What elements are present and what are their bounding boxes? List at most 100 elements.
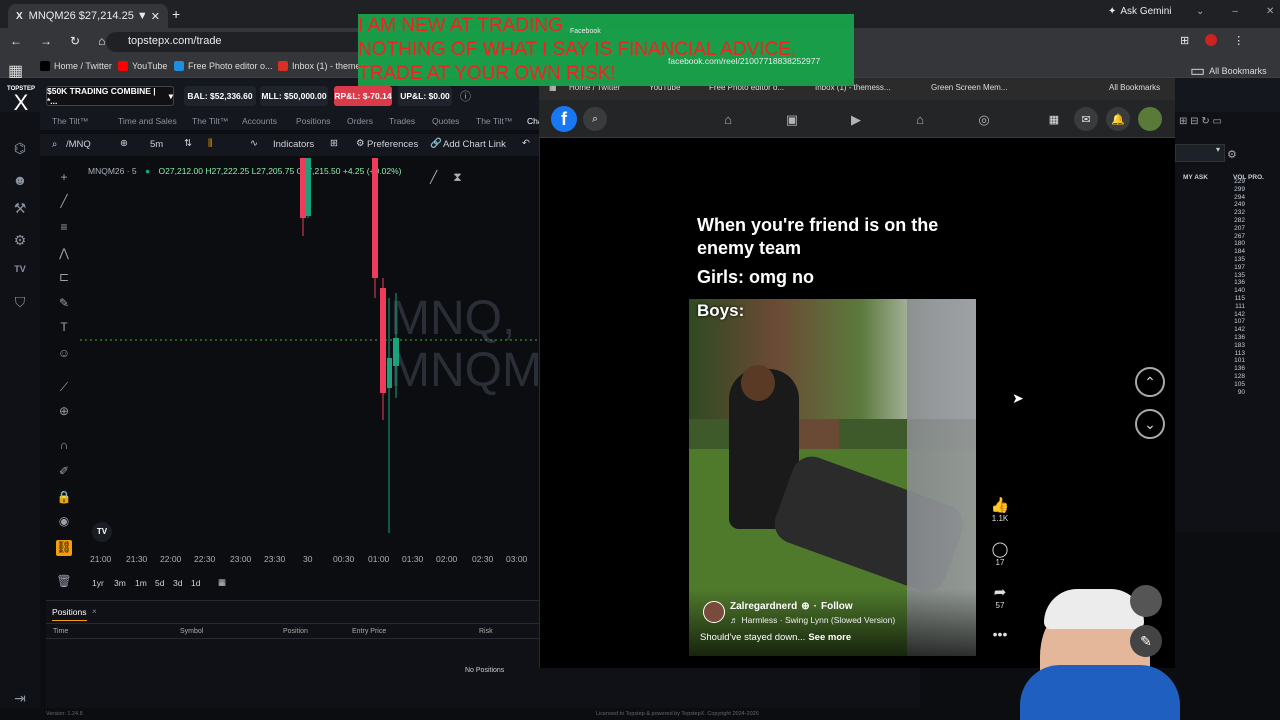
dom-cell[interactable]: 229 (1225, 178, 1245, 186)
notifications-icon[interactable]: 🔔 (1106, 107, 1130, 131)
edit-icon[interactable]: ✎ (1130, 625, 1162, 657)
tv-icon[interactable]: TV (10, 264, 30, 284)
close-tab-icon[interactable]: ✕ (151, 10, 160, 23)
dom-cell[interactable]: 294 (1225, 194, 1245, 202)
see-more-link[interactable]: See more (808, 632, 851, 643)
workspace-tab[interactable]: Orders (347, 116, 373, 126)
lock-icon[interactable]: 🔒 (56, 490, 72, 506)
range-button[interactable]: 1d (191, 578, 200, 588)
dom-cell[interactable]: 101 (1225, 357, 1245, 365)
gaming-icon[interactable]: ◎ (976, 112, 992, 128)
more-options-icon[interactable]: ••• (988, 626, 1012, 642)
dom-cell[interactable]: 249 (1225, 201, 1245, 209)
new-tab-icon[interactable]: + (172, 6, 180, 22)
dom-cell[interactable]: 136 (1225, 279, 1245, 287)
add-chart-link-button[interactable]: Add Chart Link (443, 139, 506, 150)
share-button[interactable]: ➦ 57 (988, 583, 1012, 610)
author-avatar[interactable] (703, 601, 725, 623)
dom-cell[interactable]: 90 (1225, 389, 1245, 397)
bookmark-item[interactable]: Home / Twitter (40, 61, 112, 71)
extensions-icon[interactable]: ⊞ (1180, 34, 1189, 47)
workspace-tab[interactable]: Accounts (242, 116, 277, 126)
ask-gemini-button[interactable]: ✦ Ask Gemini (1108, 6, 1172, 17)
dom-cell[interactable]: 128 (1225, 373, 1245, 381)
dom-cell[interactable]: 197 (1225, 264, 1245, 272)
price-chart[interactable]: MNQM26 · 5 ● O27,212.00 H27,222.25 L27,2… (80, 158, 542, 548)
search-icon[interactable]: ⌕ (583, 107, 607, 131)
facebook-url[interactable]: facebook.com/reel/21007718838252977 (668, 56, 820, 66)
tab-search-icon[interactable]: ⌄ (1196, 6, 1204, 17)
follow-button[interactable]: Follow (821, 601, 853, 612)
range-button[interactable]: 1yr (92, 578, 104, 588)
add-symbol-icon[interactable]: ⊕ (120, 138, 128, 149)
home-icon[interactable]: ⌂ (720, 112, 736, 128)
info-icon[interactable]: ⓘ (460, 88, 471, 104)
menu-icon[interactable]: ⋮ (1233, 34, 1244, 47)
dom-cell[interactable]: 142 (1225, 311, 1245, 319)
dashboard-icon[interactable]: ⌬ (10, 140, 30, 160)
workspace-tab[interactable]: Time and Sales (118, 116, 177, 126)
author-name[interactable]: Zalregardnerd (730, 601, 797, 612)
bookmark-item[interactable]: YouTube (118, 61, 167, 71)
shield-icon[interactable]: ⛉ (10, 294, 30, 314)
emoji-icon[interactable]: ☺ (56, 346, 72, 362)
logout-icon[interactable]: ⇥ (10, 690, 30, 710)
text-icon[interactable]: T (56, 320, 72, 336)
dom-cell[interactable]: 207 (1225, 225, 1245, 233)
dom-cell[interactable]: 299 (1225, 186, 1245, 194)
dom-cell[interactable]: 184 (1225, 248, 1245, 256)
facebook-tab[interactable]: Facebook (570, 28, 601, 35)
dom-cell[interactable]: 111 (1225, 303, 1245, 311)
compare-icon[interactable]: ⇅ (184, 138, 192, 149)
workspace-tab[interactable]: The Tilt™ (476, 116, 512, 126)
brush-icon[interactable]: ✎ (56, 296, 72, 312)
eye-icon[interactable]: ◉ (56, 514, 72, 530)
range-button[interactable]: 1m (135, 578, 147, 588)
settings-icon[interactable]: ⚙ (10, 232, 30, 252)
search-icon[interactable]: ⌕ (52, 139, 57, 150)
video-icon[interactable]: ▶ (848, 112, 864, 128)
dom-cell[interactable]: 282 (1225, 217, 1245, 225)
indicators-button[interactable]: Indicators (273, 139, 314, 150)
tools-icon[interactable]: ⚒ (10, 200, 30, 220)
symbol-input[interactable]: /MNQ (66, 139, 91, 150)
projection-icon[interactable]: ⊏ (56, 270, 72, 286)
profile-avatar[interactable] (1138, 107, 1162, 131)
menu-grid-icon[interactable]: ▦ (1042, 107, 1066, 131)
browser-tab[interactable]: X MNQM26 $27,214.25 ▼ -0.41% ✕ (8, 4, 168, 28)
previous-reel-icon[interactable]: ⌃ (1135, 367, 1165, 397)
comment-button[interactable]: ◯ 17 (988, 540, 1012, 567)
workspace-tab[interactable]: Trades (389, 116, 415, 126)
marketplace-icon[interactable]: ⌂ (912, 112, 928, 128)
dom-cell[interactable]: 232 (1225, 209, 1245, 217)
reels-icon[interactable]: ▣ (784, 112, 800, 128)
dom-cell[interactable]: 183 (1225, 342, 1245, 350)
workspace-tab[interactable]: The Tilt™ (192, 116, 228, 126)
dom-cell[interactable]: 135 (1225, 272, 1245, 280)
fib-icon[interactable]: ≡ (56, 220, 72, 236)
minimize-icon[interactable]: – (1232, 6, 1238, 17)
dom-cell[interactable]: 107 (1225, 318, 1245, 326)
settings-icon[interactable]: ⚙ (1227, 148, 1237, 161)
forward-icon[interactable]: → (40, 34, 52, 48)
bookmark-item[interactable]: Green Screen Mem... (931, 83, 1007, 92)
home-icon[interactable]: ⌂ (98, 34, 105, 48)
trendline-icon[interactable]: ╱ (56, 194, 72, 210)
ruler-icon[interactable]: ⟋ (56, 380, 72, 396)
preferences-button[interactable]: Preferences (367, 139, 418, 150)
account-select[interactable]: $50K TRADING COMBINE | *... ▾ (46, 86, 174, 106)
positions-tab[interactable]: Positions (52, 607, 87, 621)
crosshair-icon[interactable]: + (56, 170, 72, 186)
dom-cell[interactable]: 136 (1225, 334, 1245, 342)
trash-icon[interactable]: 🗑 (56, 574, 72, 590)
all-bookmarks[interactable]: All Bookmarks (1109, 83, 1160, 92)
candle-type-icon[interactable]: ⫼ (208, 138, 212, 149)
profile-avatar[interactable] (1205, 34, 1218, 46)
lock-drawing-icon[interactable]: ✐ (56, 464, 72, 480)
messenger-icon[interactable]: ✉ (1074, 107, 1098, 131)
like-button[interactable]: 👍 1.1K (988, 496, 1012, 523)
pattern-icon[interactable]: ⋀ (56, 246, 72, 262)
close-tab-icon[interactable]: × (92, 607, 97, 616)
dom-cell[interactable]: 115 (1225, 295, 1245, 303)
workspace-tab[interactable]: Positions (296, 116, 331, 126)
